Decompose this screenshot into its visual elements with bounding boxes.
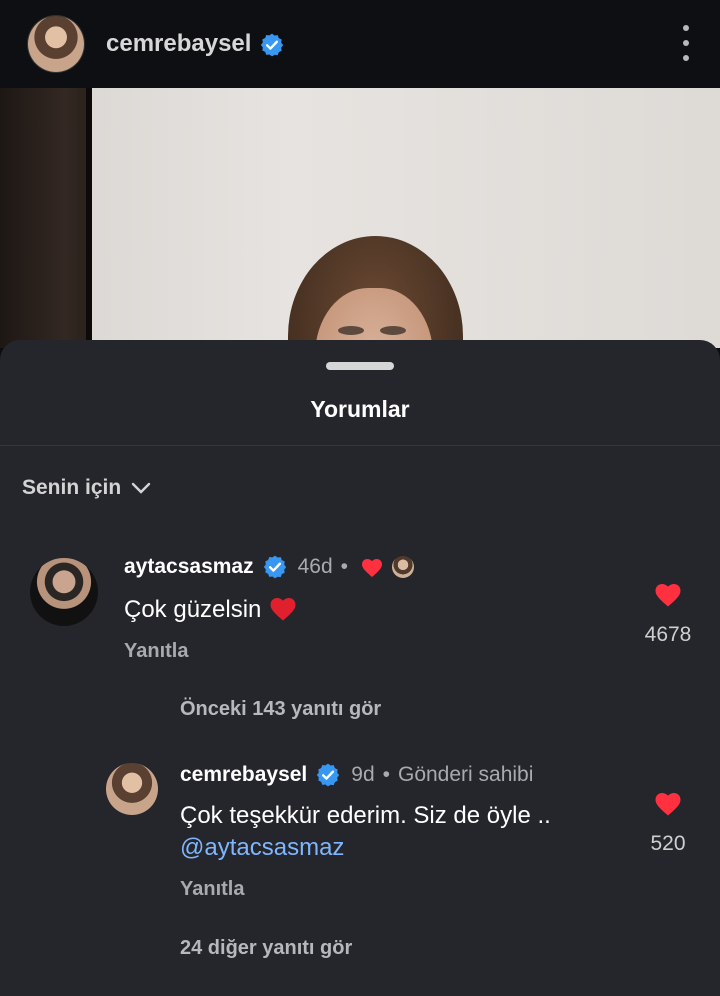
verified-badge-icon (259, 32, 285, 58)
comment-text: Çok güzelsin (124, 594, 414, 626)
divider (0, 445, 720, 446)
filter-dropdown[interactable]: Senin için (22, 476, 151, 500)
like-count: 4678 (644, 623, 692, 646)
comment-item: aytacsasmaz 46d • Çok güzelsin Yanıtla (124, 554, 415, 663)
reply-avatar[interactable] (106, 763, 158, 815)
post-owner-label: Gönderi sahibi (397, 763, 534, 786)
author-liked-heart-icon (362, 559, 383, 577)
comment-like[interactable]: 4678 (640, 580, 696, 647)
sheet-grabber[interactable] (326, 362, 394, 370)
post-photo[interactable] (0, 88, 720, 348)
reply-item: cemrebaysel 9d • Gönderi sahibi Çok teşe… (180, 762, 551, 901)
reply-like[interactable]: 520 (640, 789, 696, 856)
post-author-username-text[interactable]: cemrebaysel (106, 30, 251, 57)
separator-dot: • (340, 555, 349, 578)
comment-username[interactable]: aytacsasmaz (124, 555, 254, 579)
comments-sheet: Yorumlar Senin için aytacsasmaz 46d • Ço… (0, 340, 720, 996)
comment-avatar[interactable] (30, 558, 98, 626)
more-vertical-icon[interactable] (682, 25, 690, 61)
mention-link[interactable]: @aytacsasmaz (180, 832, 551, 864)
post-header: cemrebaysel (0, 0, 720, 88)
heart-icon[interactable] (653, 789, 683, 817)
view-more-replies[interactable]: 24 diğer yanıtı gör (180, 937, 352, 960)
reply-username[interactable]: cemrebaysel (180, 763, 307, 787)
reply-text: Çok teşekkür ederim. Siz de öyle .. @ayt… (180, 800, 551, 864)
reply-button[interactable]: Yanıtla (124, 640, 414, 663)
verified-badge-icon (262, 554, 288, 580)
like-count: 520 (650, 832, 686, 855)
reply-meta: cemrebaysel 9d • Gönderi sahibi (180, 762, 551, 788)
separator-dot: • (382, 763, 390, 786)
filter-label: Senin için (22, 476, 122, 499)
chevron-down-icon (131, 482, 151, 494)
author-liked-avatar (392, 556, 415, 578)
red-heart-emoji-icon (270, 598, 296, 621)
comment-time: 46d (297, 555, 333, 578)
post-author-avatar[interactable] (28, 16, 84, 72)
verified-badge-icon (315, 762, 341, 788)
post-author-username[interactable]: cemrebaysel (106, 30, 285, 58)
comment-meta: aytacsasmaz 46d • (124, 554, 415, 580)
heart-icon[interactable] (653, 580, 683, 608)
reply-time: 9d (351, 763, 375, 786)
reply-button[interactable]: Yanıtla (180, 878, 551, 901)
view-previous-replies[interactable]: Önceki 143 yanıtı gör (180, 698, 381, 721)
sheet-title: Yorumlar (310, 396, 410, 422)
